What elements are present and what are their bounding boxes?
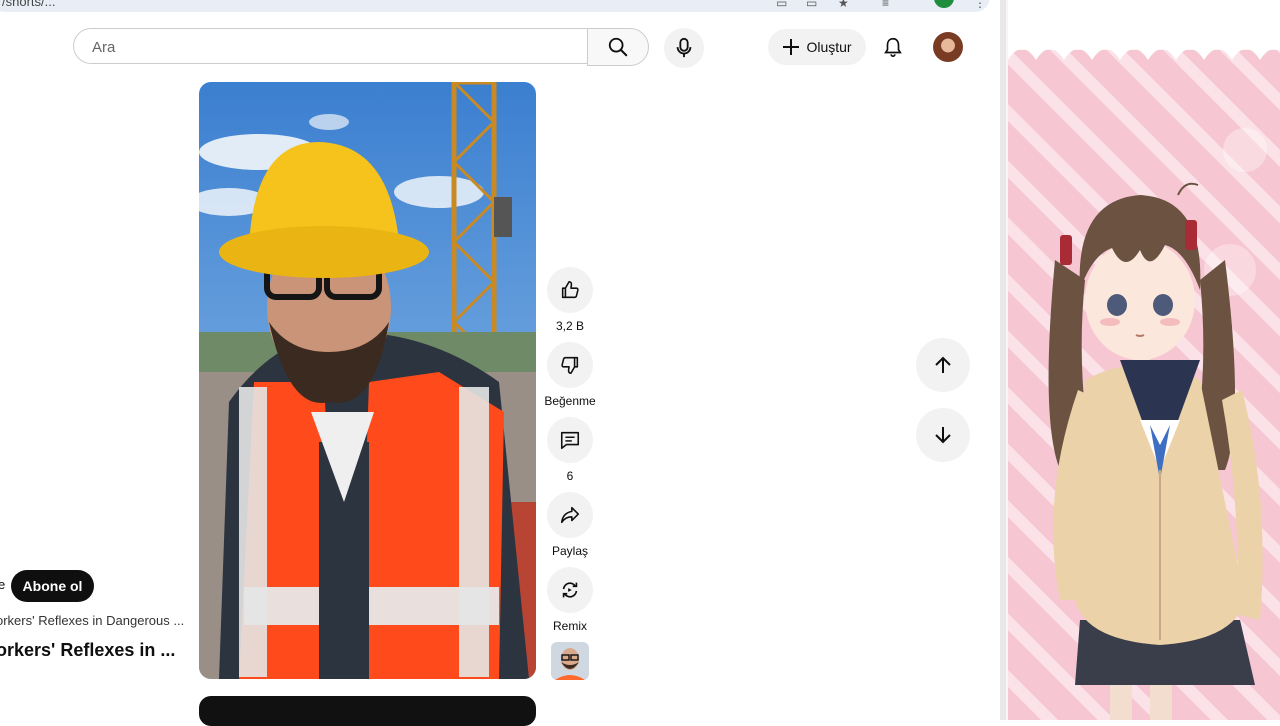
arrow-up-icon — [935, 356, 951, 373]
panel-divider — [1000, 0, 1006, 720]
comment-count: 6 — [566, 469, 574, 483]
remix-button[interactable] — [547, 567, 593, 613]
notifications-button[interactable] — [876, 30, 910, 64]
extensions-icon[interactable]: ≡ — [882, 0, 889, 10]
vtuber-avatar-illustration — [1008, 0, 1280, 720]
thumbs-down-icon — [561, 356, 579, 375]
next-short-button[interactable] — [916, 408, 970, 462]
search-button[interactable] — [587, 28, 649, 66]
account-avatar[interactable] — [933, 32, 963, 62]
translate-icon[interactable]: ▭ — [776, 0, 787, 10]
comments-button[interactable] — [547, 417, 593, 463]
microphone-icon — [676, 37, 692, 58]
short-description[interactable]: orkers' Reflexes in Dangerous ... — [0, 613, 184, 628]
subscribe-button[interactable]: Abone ol — [11, 570, 94, 602]
dislike-button[interactable] — [547, 342, 593, 388]
share-label: Paylaş — [551, 544, 589, 558]
create-label: Oluştur — [806, 39, 852, 55]
next-short-preview[interactable] — [199, 696, 536, 726]
share-button[interactable] — [547, 492, 593, 538]
arrow-down-icon — [935, 427, 951, 444]
short-video-player[interactable] — [199, 82, 536, 679]
previous-short-button[interactable] — [916, 338, 970, 392]
video-frame — [199, 82, 536, 679]
remix-label: Remix — [552, 619, 587, 633]
short-title[interactable]: orkers' Reflexes in ... — [0, 640, 175, 661]
remix-icon — [562, 582, 578, 598]
plus-icon — [783, 39, 800, 55]
bookmark-star-icon[interactable]: ★ — [838, 0, 849, 10]
bell-icon — [884, 37, 902, 57]
create-button[interactable]: Oluştur — [768, 29, 866, 65]
like-button[interactable] — [547, 267, 593, 313]
search-input[interactable] — [90, 29, 574, 65]
url-text: /shorts/... — [2, 0, 56, 9]
thumbs-up-icon — [561, 280, 579, 299]
sound-thumbnail[interactable] — [551, 642, 589, 680]
share-icon — [560, 506, 580, 524]
browser-toolbar: /shorts/... ▭ ▭ ★ ≡ ⋮ — [0, 0, 1000, 14]
search-box — [73, 28, 587, 65]
menu-dots-icon[interactable]: ⋮ — [974, 0, 986, 10]
channel-name[interactable]: e — [0, 577, 5, 592]
sound-thumbnail-image — [551, 642, 589, 680]
streamer-overlay-panel — [1000, 0, 1280, 720]
comment-icon — [560, 431, 580, 450]
dislike-label: Beğenme — [544, 394, 596, 408]
search-icon — [608, 37, 628, 57]
cast-icon[interactable]: ▭ — [806, 0, 817, 10]
like-count: 3,2 B — [555, 319, 585, 333]
voice-search-button[interactable] — [664, 28, 704, 68]
